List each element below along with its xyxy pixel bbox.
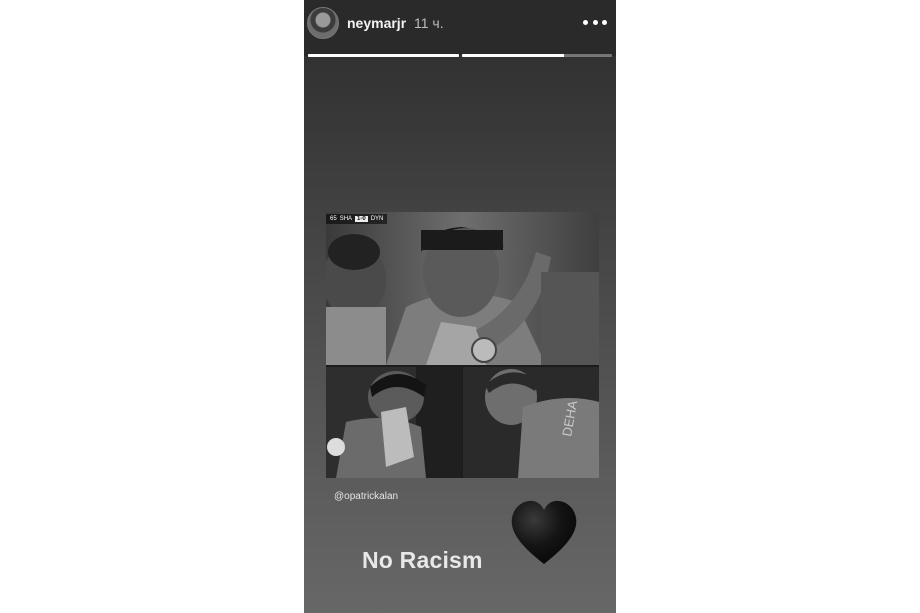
story-progress [308,54,612,57]
scoreboard-away: DYN [370,216,384,222]
scoreboard-home: SHA [339,216,353,222]
story-time: 11 ч. [414,15,444,31]
username[interactable]: neymarjr [347,15,406,31]
scoreboard: 65 SHA 1-0 DYN [326,214,388,224]
scoreboard-score: 1-0 [355,216,368,222]
photo-bl-graphic [326,367,461,478]
photo-crying-player-bottom-right: DEHA [463,367,599,478]
photo-collage: 65 SHA 1-0 DYN DEHA [326,212,599,478]
more-dot [592,19,598,25]
more-dot [602,19,607,25]
page: neymarjr 11 ч. 65 SHA 1-0 DYN DEHA @opat… [0,0,920,613]
progress-segment [308,54,459,57]
progress-fill [308,54,459,57]
photo-br-graphic: DEHA [463,367,599,478]
avatar[interactable] [307,7,339,39]
photo-top-graphic [326,212,599,365]
scoreboard-left: 65 [330,216,337,222]
more-icon[interactable] [583,17,607,27]
more-dot [583,19,588,25]
black-heart-icon [511,500,577,564]
progress-segment [461,54,612,57]
progress-fill [461,54,564,57]
caption-text: No Racism [362,547,483,573]
mention-tag[interactable]: @opatrickalan [334,491,398,502]
photo-crying-player-top: 65 SHA 1-0 DYN [326,212,599,365]
photo-crying-player-bottom-left [326,367,461,478]
instagram-story[interactable]: neymarjr 11 ч. 65 SHA 1-0 DYN DEHA @opat… [304,0,616,613]
